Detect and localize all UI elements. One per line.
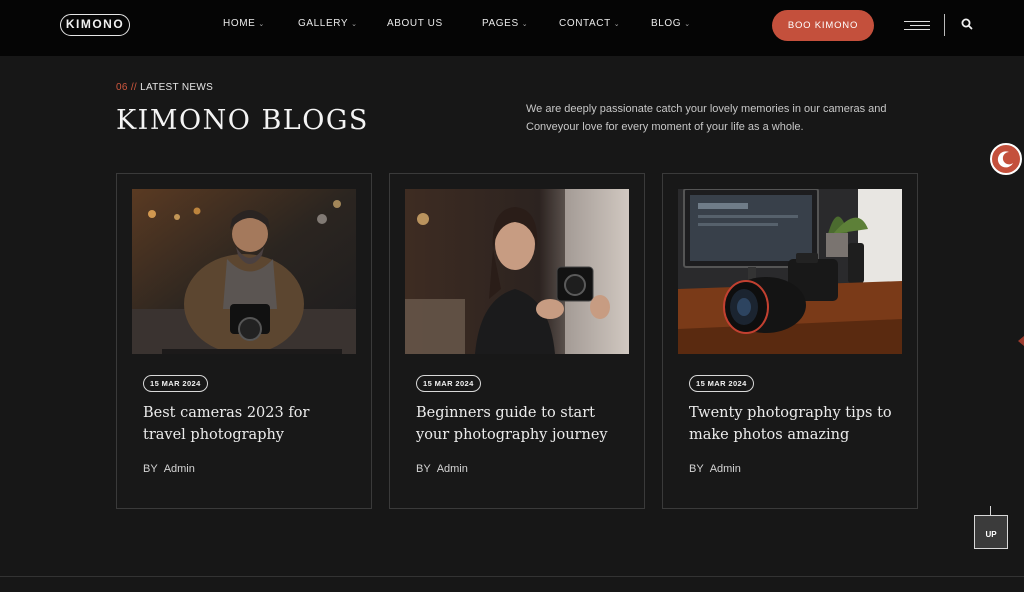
blog-card-author: BY Admin: [143, 463, 195, 475]
blog-card-title[interactable]: Best cameras 2023 for travel photography: [143, 403, 353, 446]
section-eyebrow: 06 // LATEST NEWS: [116, 82, 213, 93]
nav-pages[interactable]: PAGES ⌄: [482, 18, 528, 29]
nav-about-us[interactable]: ABOUT US: [387, 18, 443, 29]
date-badge: 15 MAR 2024: [416, 375, 481, 392]
chevron-down-icon: ⌄: [258, 21, 265, 28]
chevron-down-icon: ⌄: [613, 21, 621, 28]
section-eyebrow-label: LATEST NEWS: [140, 82, 214, 93]
blog-card-title[interactable]: Beginners guide to start your photograph…: [416, 403, 626, 446]
edge-tab-marker: [1018, 336, 1024, 346]
section-intro: We are deeply passionate catch your love…: [526, 103, 887, 133]
nav-pages-label: PAGES: [482, 18, 519, 29]
chevron-down-icon: ⌄: [521, 21, 529, 28]
chevron-down-icon: ⌄: [684, 21, 691, 28]
author-name[interactable]: Admin: [437, 463, 468, 475]
footer-divider: [0, 576, 1024, 577]
section-separator: //: [130, 82, 137, 93]
nav-blog-label: BLOG: [651, 18, 682, 29]
nav-about-label: ABOUT US: [387, 18, 443, 29]
search-icon[interactable]: [960, 17, 974, 31]
blog-card-image[interactable]: [405, 189, 629, 354]
nav-contact-label: CONTACT: [559, 18, 611, 29]
author-prefix: BY: [416, 463, 431, 475]
blog-card[interactable]: 15 MAR 2024 Best cameras 2023 for travel…: [116, 173, 372, 509]
blog-card[interactable]: 15 MAR 2024 Beginners guide to start you…: [389, 173, 645, 509]
book-kimono-button[interactable]: BOO KIMONO: [772, 10, 874, 41]
theme-toggle-button[interactable]: [990, 143, 1022, 175]
nav-contact[interactable]: CONTACT ⌄: [559, 18, 620, 29]
nav-gallery-label: GALLERY: [298, 18, 349, 29]
blog-card-author: BY Admin: [689, 463, 741, 475]
menu-icon[interactable]: [902, 19, 930, 31]
date-badge: 15 MAR 2024: [689, 375, 754, 392]
blog-card-image[interactable]: [678, 189, 902, 354]
author-prefix: BY: [689, 463, 704, 475]
section-number: 06: [116, 82, 128, 93]
author-name[interactable]: Admin: [710, 463, 741, 475]
top-navigation-bar: KIMONO HOME ⌄ GALLERY ⌄ ABOUT US PAGES ⌄ CO…: [0, 0, 1024, 56]
nav-home-label: HOME: [223, 18, 256, 29]
date-badge: 15 MAR 2024: [143, 375, 208, 392]
author-name[interactable]: Admin: [164, 463, 195, 475]
moon-icon: [997, 151, 1013, 168]
nav-blog[interactable]: BLOG ⌄: [651, 18, 691, 29]
blog-card-title[interactable]: Twenty photography tips to make photos a…: [689, 403, 899, 446]
scroll-to-top-button[interactable]: UP: [974, 515, 1008, 549]
nav-home[interactable]: HOME ⌄: [223, 18, 265, 29]
blog-card[interactable]: 15 MAR 2024 Twenty photography tips to m…: [662, 173, 918, 509]
chevron-down-icon: ⌄: [351, 21, 358, 28]
nav-gallery[interactable]: GALLERY ⌄: [298, 18, 358, 29]
author-prefix: BY: [143, 463, 158, 475]
blog-card-image[interactable]: [132, 189, 356, 354]
blog-card-author: BY Admin: [416, 463, 468, 475]
site-logo[interactable]: KIMONO: [60, 14, 130, 36]
header-divider: [944, 14, 945, 36]
page-title: KIMONO BLOGS: [116, 105, 369, 136]
